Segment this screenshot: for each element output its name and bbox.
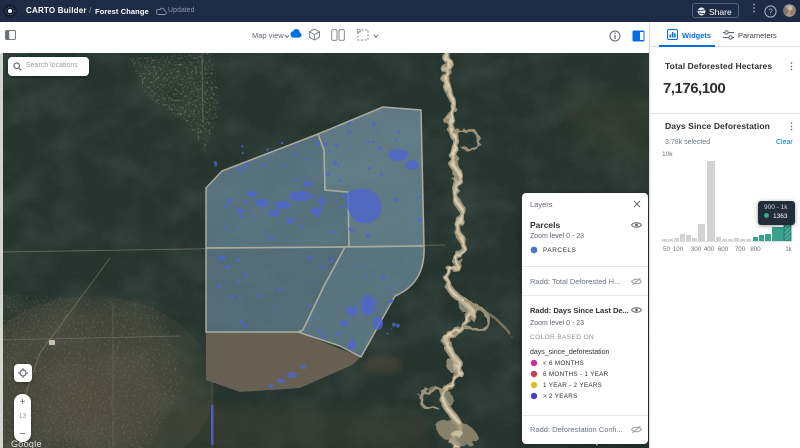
svg-text:800: 800 <box>750 246 761 253</box>
svg-text:10k: 10k <box>662 151 673 158</box>
svg-text:700: 700 <box>735 246 746 253</box>
svg-text:100: 100 <box>673 246 684 253</box>
svg-text:1k: 1k <box>785 246 792 253</box>
svg-text:400: 400 <box>704 246 715 253</box>
svg-text:?: ? <box>768 7 773 16</box>
svg-text:50: 50 <box>663 246 670 253</box>
svg-text:600: 600 <box>718 246 729 253</box>
svg-text:300: 300 <box>691 246 702 253</box>
